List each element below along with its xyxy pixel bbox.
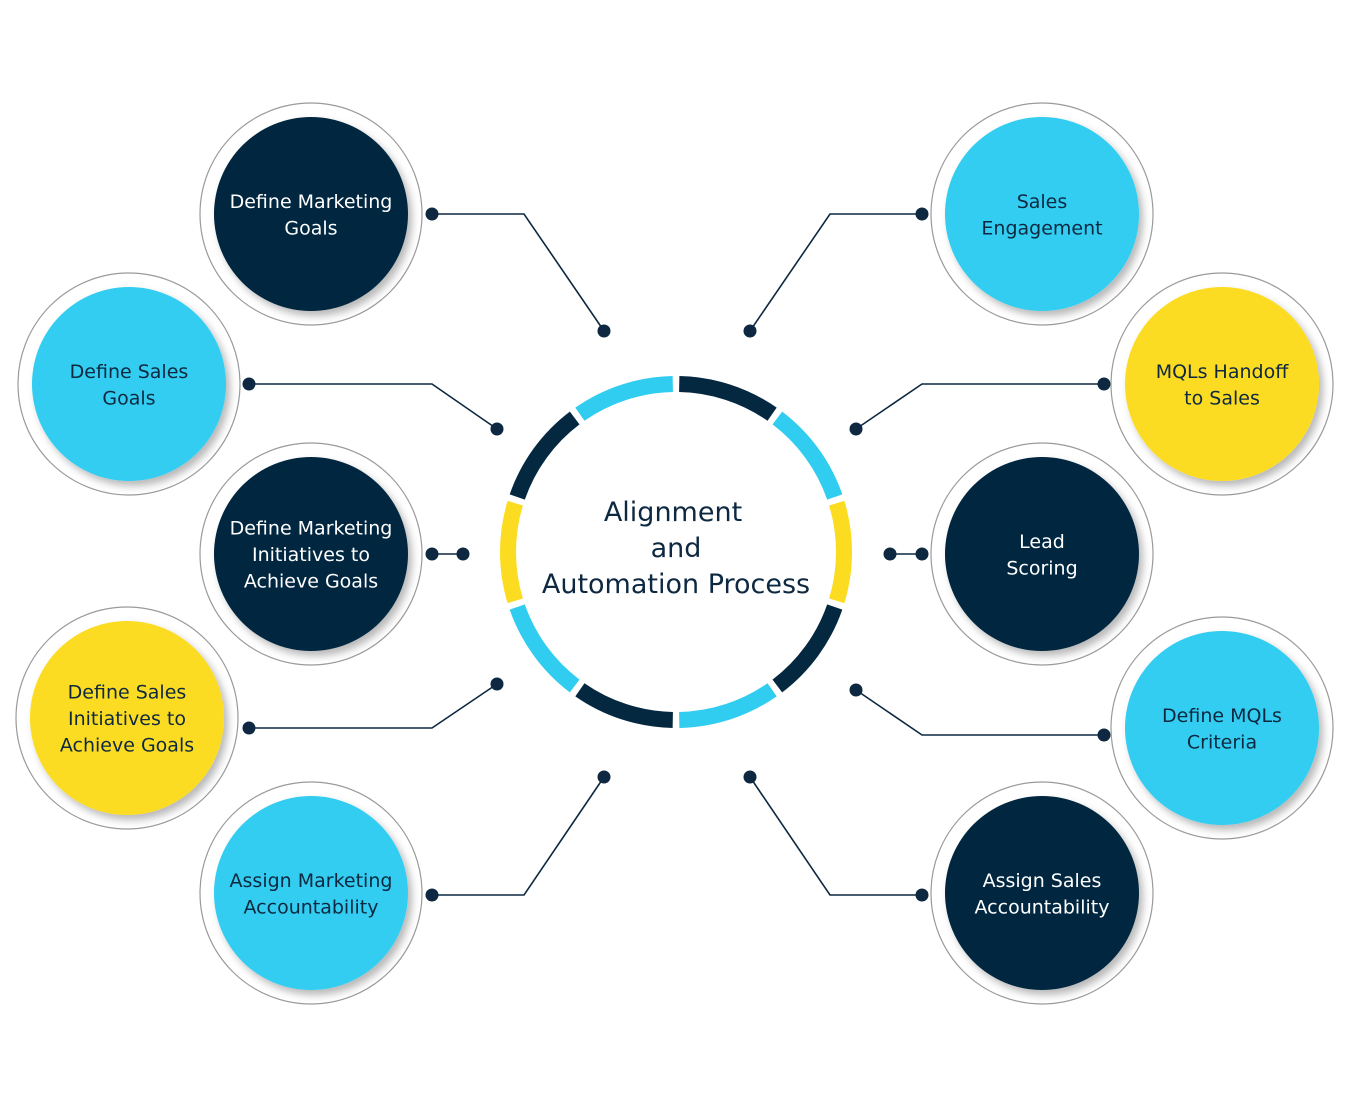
node-label-line: Accountability [244,896,379,918]
connector-dot [242,721,256,735]
node-label-line: Initiatives to [252,544,370,566]
node-label-line: Define Sales [70,361,189,383]
node-label-line: MQLs Handoff [1156,361,1290,383]
connector-dot [883,547,897,561]
connector-dot [915,888,929,902]
connector-define-mqls-criteria [849,683,1111,742]
node-label-line: Assign Marketing [230,870,393,892]
connector-dot [425,547,439,561]
connector-dot [1097,377,1111,391]
connector-dot [242,377,256,391]
connector-define-sales-goals [242,377,504,436]
connector-mqls-handoff-to-sales [849,377,1111,436]
node-define-sales-goals[interactable]: Define Sales Goals [17,272,241,496]
node-label-line: Engagement [981,217,1102,239]
node-label-line: Criteria [1187,731,1257,753]
connector-dot [915,207,929,221]
node-disc [1125,287,1319,481]
node-assign-sales-accountability[interactable]: Assign Sales Accountability [930,781,1154,1005]
center-title-line-3: Automation Process [542,569,810,600]
connector-line [749,776,922,896]
node-label-line: Initiatives to [68,708,186,730]
connector-line [249,383,498,430]
connector-line [855,383,1104,430]
node-label-line: Assign Sales [983,870,1102,892]
connector-dot [743,324,757,338]
node-label-line: Scoring [1006,557,1077,579]
connector-dot [597,324,611,338]
connector-dot [743,770,757,784]
connector-line [432,213,605,332]
node-disc [945,117,1139,311]
connector-dot [490,422,504,436]
node-label-line: Accountability [975,896,1110,918]
connector-dot [490,677,504,691]
connector-define-marketing-goals [425,207,611,338]
node-define-mqls-criteria[interactable]: Define MQLs Criteria [1110,616,1334,840]
connector-dot [425,888,439,902]
connector-define-marketing-initiatives [425,547,470,561]
node-label-line: Sales [1017,191,1068,213]
connector-line [749,213,922,332]
connector-sales-engagement [743,207,929,338]
center-title-line-2: and [651,533,702,564]
node-label-line: Define Marketing [230,518,393,540]
node-mqls-handoff-to-sales[interactable]: MQLs Handoff to Sales [1110,272,1334,496]
node-label-line: Lead [1019,531,1065,553]
node-disc [32,287,226,481]
node-label-line: Goals [102,387,155,409]
node-label-line: Goals [284,217,337,239]
connector-dot [456,547,470,561]
node-disc [214,796,408,990]
node-label-line: Achieve Goals [244,571,378,593]
alignment-process-diagram: Alignment and Automation Process Define … [15,102,1334,1005]
node-disc [1125,631,1319,825]
connector-dot [915,547,929,561]
node-define-sales-initiatives[interactable]: Define Sales Initiatives to Achieve Goals [15,606,239,830]
node-disc [214,117,408,311]
connector-dot [1097,728,1111,742]
connector-dot [849,683,863,697]
connector-assign-sales-accountability [743,770,929,902]
connector-define-sales-initiatives [242,677,504,735]
node-disc [945,796,1139,990]
node-label-line: Achieve Goals [60,735,194,757]
node-lead-scoring[interactable]: Lead Scoring [930,442,1154,666]
node-label-line: to Sales [1184,387,1260,409]
center-title-line-1: Alignment [604,497,742,528]
node-label-line: Define Marketing [230,191,393,213]
connector-dot [425,207,439,221]
node-define-marketing-goals[interactable]: Define Marketing Goals [199,102,423,326]
node-define-marketing-initiatives[interactable]: Define Marketing Initiatives to Achieve Go… [199,442,423,666]
connector-line [249,683,498,729]
connector-line [855,689,1104,736]
connector-dot [849,422,863,436]
connector-lead-scoring [883,547,929,561]
node-label-line: Define MQLs [1162,705,1282,727]
connector-assign-marketing-accountability [425,770,611,902]
node-assign-marketing-accountability[interactable]: Assign Marketing Accountability [199,781,423,1005]
node-sales-engagement[interactable]: Sales Engagement [930,102,1154,326]
node-disc [945,457,1139,651]
connector-line [432,776,605,896]
node-label-line: Define Sales [68,682,187,704]
connector-dot [597,770,611,784]
